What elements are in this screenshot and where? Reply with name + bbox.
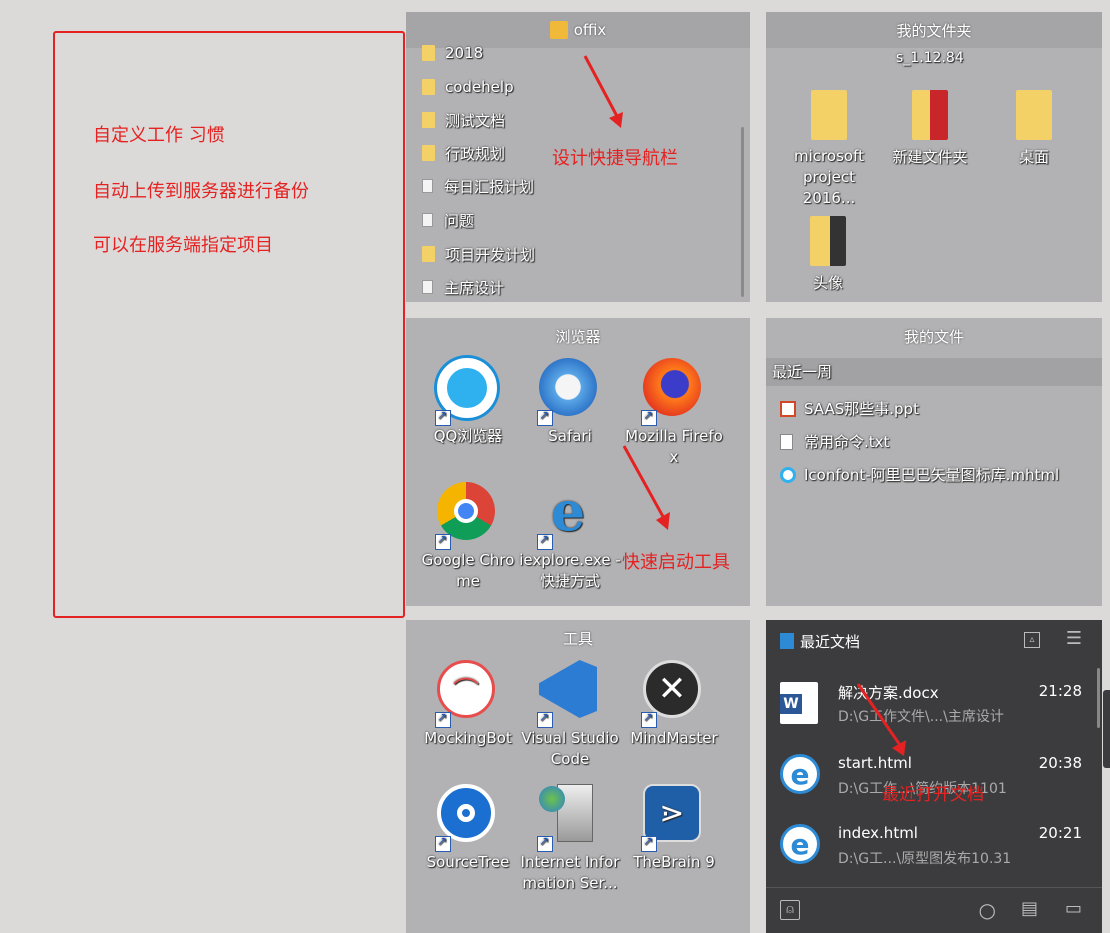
my-files-panel: 我的文件 最近一周 SAAS那些事.ppt 常用命令.txt Iconfont-… (766, 318, 1102, 606)
nav-item-codehelp[interactable]: codehelp (422, 76, 514, 98)
recent-scrollbar[interactable] (1097, 668, 1100, 728)
iis-icon (537, 784, 601, 852)
nav-item-admin-plan[interactable]: 行政规划 (422, 142, 505, 164)
folder-icon (810, 216, 846, 266)
annotation-line-2: 自动上传到服务器进行备份 (93, 181, 309, 202)
folder-icon (422, 45, 435, 61)
ppt-icon (780, 400, 796, 417)
nav-item-test-docs[interactable]: 测试文档 (422, 109, 505, 131)
recent-doc-row[interactable]: e index.html D:\G工...\原型图发布10.31 20:21 (780, 820, 1090, 876)
app-thebrain[interactable]: ⋗ TheBrain 9 (622, 784, 726, 873)
word-icon: W (780, 682, 818, 724)
vscode-icon (537, 660, 601, 728)
ie-icon: e (780, 754, 820, 794)
tools-title: 工具 (562, 629, 593, 648)
app-safari[interactable]: Safari (518, 358, 622, 447)
app-qq-browser[interactable]: QQ浏览器 (416, 358, 520, 447)
folder-icon (422, 145, 435, 161)
annotation-line-3: 可以在服务端指定项目 (93, 235, 273, 256)
browser-file-icon (780, 466, 796, 483)
app-iis[interactable]: Internet Information Ser... (518, 784, 622, 894)
offix-panel: offix 2018 codehelp 测试文档 行政规划 每日汇报计划 问题 … (406, 12, 750, 302)
mockingbot-icon: ⌒ (435, 660, 499, 728)
offix-title: offix (573, 21, 607, 39)
ie-icon: e (537, 479, 601, 550)
nav-item-chair-design[interactable]: 主席设计 (422, 276, 504, 298)
recent-docs-title: 最近文档 (800, 632, 861, 651)
annotation-arrow-icon (583, 55, 623, 128)
file-icon (422, 213, 433, 227)
recent-footer: ⍝ ○ ▤ ▭ (766, 887, 1102, 933)
recent-doc-row[interactable]: W 解决方案.docx D:\G工作文件\...\主席设计 21:28 (780, 678, 1090, 734)
tools-panel: 工具 ⌒ MockingBot Visual Studio Code ✕ Min… (406, 620, 750, 933)
partial-folder-label: s_1.12.84 (896, 50, 964, 66)
folder-icon (422, 79, 435, 95)
search-icon[interactable]: ○ (979, 898, 996, 922)
group-header-last-week: 最近一周 (766, 358, 1102, 386)
nav-item-2018[interactable]: 2018 (422, 42, 483, 64)
annotation-line-1: 自定义工作 习惯 (93, 125, 225, 146)
mindmaster-icon: ✕ (641, 660, 705, 728)
folder-icon (422, 112, 435, 128)
my-folder-panel: 我的文件夹 s_1.12.84 microsoft project 2016..… (766, 12, 1102, 302)
sourcetree-icon (435, 784, 499, 852)
folder-icon (422, 246, 435, 262)
thebrain-icon: ⋗ (641, 784, 705, 852)
file-item-commands-txt[interactable]: 常用命令.txt (780, 431, 889, 452)
annotation-arrow-icon (622, 445, 670, 530)
app-chrome[interactable]: Google Chrome (416, 482, 520, 592)
folder-tile-ms-project[interactable]: microsoft project 2016... (780, 90, 878, 209)
nav-item-dev-plan[interactable]: 项目开发计划 (422, 243, 535, 265)
qq-browser-icon (435, 358, 499, 426)
my-folder-title: 我的文件夹 (766, 12, 1102, 48)
file-icon (422, 280, 433, 294)
user-icon[interactable]: ⍝ (780, 900, 800, 920)
browser-panel: 浏览器 QQ浏览器 Safari Mozilla Firefox Google … (406, 318, 750, 606)
chrome-icon (435, 482, 499, 550)
folder-icon (912, 90, 948, 140)
folder-tile-new-folder[interactable]: 新建文件夹 (886, 90, 974, 167)
docs-annotation: 最近打开文档 (882, 785, 984, 805)
app-mindmaster[interactable]: ✕ MindMaster (622, 660, 726, 749)
comment-icon[interactable]: ▭ (1065, 898, 1082, 919)
folder-icon (811, 90, 847, 140)
annotation-box: 自定义工作 习惯 自动上传到服务器进行备份 可以在服务端指定项目 (53, 31, 405, 618)
my-files-title: 我的文件 (903, 327, 964, 346)
document-icon[interactable]: ▤ (1021, 898, 1038, 919)
app-vscode[interactable]: Visual Studio Code (518, 660, 622, 770)
offix-scrollbar[interactable] (741, 127, 744, 297)
side-dock-handle[interactable] (1103, 690, 1110, 768)
recent-docs-icon (780, 633, 794, 649)
folder-tile-avatar[interactable]: 头像 (784, 216, 872, 293)
folder-icon (1016, 90, 1052, 140)
app-mockingbot[interactable]: ⌒ MockingBot (416, 660, 520, 749)
file-item-iconfont-mhtml[interactable]: Iconfont-阿里巴巴矢量图标库.mhtml (780, 464, 1059, 485)
file-item-saas-ppt[interactable]: SAAS那些事.ppt (780, 398, 919, 419)
folder-tile-desktop[interactable]: 桌面 (990, 90, 1078, 167)
nav-annotation: 设计快捷导航栏 (552, 148, 678, 169)
recent-docs-header: 最近文档 ▵ ☰ (766, 620, 1102, 662)
ie-icon: e (780, 824, 820, 864)
collapse-icon[interactable]: ▵ (1024, 632, 1040, 648)
launch-annotation: 快速启动工具 (622, 552, 730, 573)
file-icon (422, 179, 433, 193)
txt-icon (780, 433, 793, 450)
browser-title: 浏览器 (555, 327, 601, 346)
nav-item-daily-report[interactable]: 每日汇报计划 (422, 175, 534, 197)
offix-folder-icon (549, 21, 568, 39)
nav-item-issues[interactable]: 问题 (422, 209, 474, 231)
menu-icon[interactable]: ☰ (1066, 628, 1082, 649)
annotation-arrow-icon (856, 683, 906, 756)
firefox-icon (641, 358, 705, 426)
app-iexplore[interactable]: e iexplore.exe - 快捷方式 (518, 479, 622, 592)
safari-icon (537, 358, 601, 426)
app-sourcetree[interactable]: SourceTree (416, 784, 520, 873)
recent-docs-panel: 最近文档 ▵ ☰ W 解决方案.docx D:\G工作文件\...\主席设计 2… (766, 620, 1102, 933)
